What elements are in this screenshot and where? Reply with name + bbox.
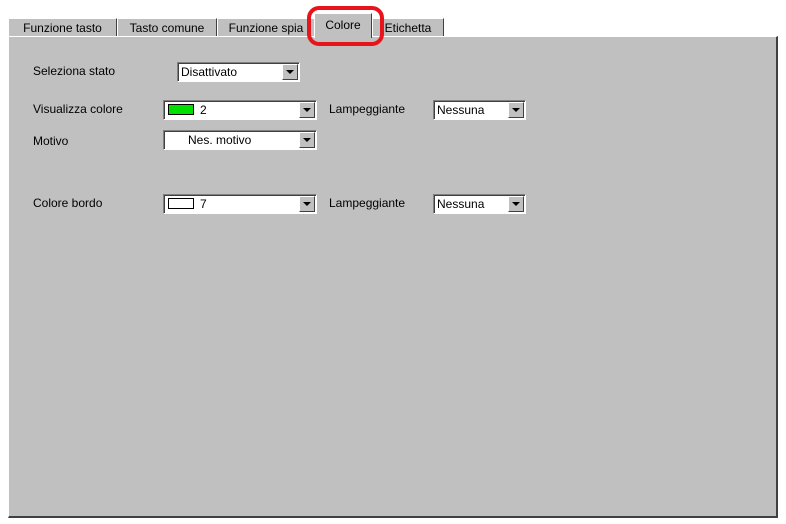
border-color-dropdown[interactable]: 7 xyxy=(163,194,317,214)
select-state-label: Seleziona stato xyxy=(33,64,116,78)
border-color-value: 7 xyxy=(200,197,207,211)
chevron-down-icon[interactable] xyxy=(299,196,315,212)
border-blink-value: Nessuna xyxy=(437,197,485,211)
display-blink-dropdown[interactable]: Nessuna xyxy=(433,100,526,120)
display-blink-label: Lampeggiante xyxy=(329,102,406,116)
chevron-down-icon[interactable] xyxy=(299,132,315,148)
select-state-value: Disattivato xyxy=(181,65,238,79)
pattern-dropdown[interactable]: Nes. motivo xyxy=(163,130,317,150)
tab-tasto-comune[interactable]: Tasto comune xyxy=(117,18,217,36)
tab-highlight-annotation xyxy=(307,6,384,46)
display-color-dropdown[interactable]: 2 xyxy=(163,100,317,120)
chevron-down-icon[interactable] xyxy=(508,102,524,118)
color-swatch-icon xyxy=(168,104,194,115)
chevron-down-icon[interactable] xyxy=(508,196,524,212)
display-color-label: Visualizza colore xyxy=(33,102,123,116)
border-color-label: Colore bordo xyxy=(33,196,103,210)
border-blink-label: Lampeggiante xyxy=(329,196,406,210)
tab-funzione-spia[interactable]: Funzione spia xyxy=(217,18,315,36)
tab-funzione-tasto[interactable]: Funzione tasto xyxy=(8,18,117,36)
border-blink-dropdown[interactable]: Nessuna xyxy=(433,194,526,214)
display-color-value: 2 xyxy=(200,103,207,117)
pattern-value: Nes. motivo xyxy=(188,133,252,147)
chevron-down-icon[interactable] xyxy=(299,102,315,118)
color-settings-panel: Seleziona stato Disattivato Visualizza c… xyxy=(8,36,778,518)
color-swatch-icon xyxy=(168,198,194,209)
chevron-down-icon[interactable] xyxy=(282,64,298,80)
pattern-label: Motivo xyxy=(33,134,69,148)
display-blink-value: Nessuna xyxy=(437,103,485,117)
select-state-dropdown[interactable]: Disattivato xyxy=(177,62,300,82)
